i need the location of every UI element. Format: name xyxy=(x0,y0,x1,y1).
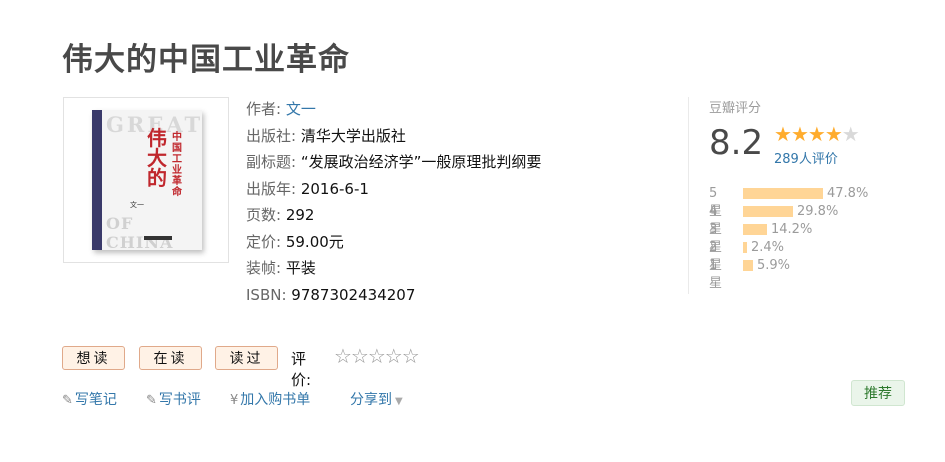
rating-dist-percent: 5.9% xyxy=(757,258,791,273)
rating-dist-label: 1星 xyxy=(709,258,723,291)
reading-button[interactable]: 在读 xyxy=(139,346,202,370)
info-price-value: 59.00元 xyxy=(285,232,344,251)
info-isbn-row: ISBN: 9787302434207 xyxy=(246,282,541,309)
info-subtitle-label: 副标题: xyxy=(246,153,297,171)
info-publisher-value: 清华大学出版社 xyxy=(300,126,406,145)
add-cart-label: 加入购书单 xyxy=(240,392,311,408)
pencil-icon: ✎ xyxy=(146,393,157,408)
info-isbn-value: 9787302434207 xyxy=(291,285,416,304)
cover-spine xyxy=(92,110,102,250)
rating-dist-percent: 2.4% xyxy=(751,240,785,255)
info-pubyear-label: 出版年: xyxy=(246,179,297,198)
book-title: 伟大的中国工业革命 xyxy=(62,42,350,78)
info-pubyear-value: 2016-6-1 xyxy=(300,179,369,198)
info-author-label: 作者: xyxy=(246,100,282,118)
rating-dist-percent: 14.2% xyxy=(771,222,813,237)
info-pubyear-row: 出版年: 2016-6-1 xyxy=(246,176,541,203)
rate-stars-input[interactable]: ☆☆☆☆☆ xyxy=(334,344,420,368)
info-binding-label: 装帧: xyxy=(246,259,282,277)
rating-dist-bar xyxy=(743,260,753,271)
info-binding-value: 平装 xyxy=(285,259,316,277)
rate-label: 评价: xyxy=(291,350,312,389)
caret-down-icon: ▼ xyxy=(395,396,403,407)
rating-dist-bar xyxy=(743,224,767,235)
read-button[interactable]: 读过 xyxy=(215,346,278,370)
info-isbn-label: ISBN: xyxy=(246,285,287,304)
star-filled-icon: ★ xyxy=(790,122,809,146)
rating-count-link[interactable]: 289人评价 xyxy=(774,152,838,167)
cover-image: GREAT 伟大的 中国工业革命 文一 OF CHINA xyxy=(92,110,202,250)
rating-dist-bar xyxy=(743,206,793,217)
rating-stars: ★★★★★ xyxy=(774,122,860,146)
yen-icon: ¥ xyxy=(230,393,239,408)
rating-dist-percent: 29.8% xyxy=(797,204,839,219)
star-filled-icon: ★ xyxy=(807,122,826,146)
cover-subtitle-text: 中国工业革命 xyxy=(172,132,182,198)
rating-count: 289人评价 xyxy=(774,148,838,167)
pencil-icon: ✎ xyxy=(62,393,73,408)
recommend-button[interactable]: 推荐 xyxy=(851,380,905,406)
want-read-button[interactable]: 想读 xyxy=(62,346,125,370)
info-subtitle-value: “发展政治经济学”一般原理批判纲要 xyxy=(300,153,542,171)
info-pages-row: 页数: 292 xyxy=(246,202,541,229)
write-review-link[interactable]: ✎ 写书评 xyxy=(146,389,201,409)
rating-dist-percent: 47.8% xyxy=(827,186,869,201)
write-note-label: 写笔记 xyxy=(74,392,117,408)
cover-of-china-text: OF CHINA xyxy=(106,214,174,250)
info-publisher-row: 出版社: 清华大学出版社 xyxy=(246,123,541,150)
book-info: 作者: 文一 出版社: 清华大学出版社 副标题: “发展政治经济学”一般原理批判… xyxy=(246,96,541,308)
info-price-row: 定价: 59.00元 xyxy=(246,229,541,256)
cover-author-text: 文一 xyxy=(130,201,144,209)
share-link[interactable]: 分享到 ▼ xyxy=(350,389,403,409)
rating-dist-bar xyxy=(743,242,747,253)
info-pages-value: 292 xyxy=(285,206,315,224)
add-cart-link[interactable]: ¥ 加入购书单 xyxy=(230,389,310,409)
info-author-row: 作者: 文一 xyxy=(246,96,541,123)
star-filled-icon: ★ xyxy=(774,122,792,146)
info-publisher-label: 出版社: xyxy=(246,126,297,145)
book-cover[interactable]: GREAT 伟大的 中国工业革命 文一 OF CHINA xyxy=(63,97,229,263)
author-link[interactable]: 文一 xyxy=(286,100,316,118)
cover-publisher-logo xyxy=(144,236,172,240)
rating-score: 8.2 xyxy=(709,123,764,163)
rating-panel: 豆瓣评分 8.2 ★★★★★ 289人评价 5星 47.8% 4星 29.8% 3星 14… xyxy=(688,97,908,294)
star-empty-icon: ★ xyxy=(841,122,860,146)
rating-label: 豆瓣评分 xyxy=(709,101,762,116)
info-subtitle-row: 副标题: “发展政治经济学”一般原理批判纲要 xyxy=(246,149,541,176)
write-note-link[interactable]: ✎ 写笔记 xyxy=(62,389,117,409)
rating-dist-bar xyxy=(743,188,823,199)
cover-title-text: 伟大的 xyxy=(147,126,167,190)
info-price-label: 定价: xyxy=(246,232,282,251)
share-label: 分享到 xyxy=(350,392,392,408)
info-pages-label: 页数: xyxy=(246,206,282,224)
star-filled-icon: ★ xyxy=(824,122,843,146)
write-review-label: 写书评 xyxy=(158,392,201,408)
info-binding-row: 装帧: 平装 xyxy=(246,255,541,282)
